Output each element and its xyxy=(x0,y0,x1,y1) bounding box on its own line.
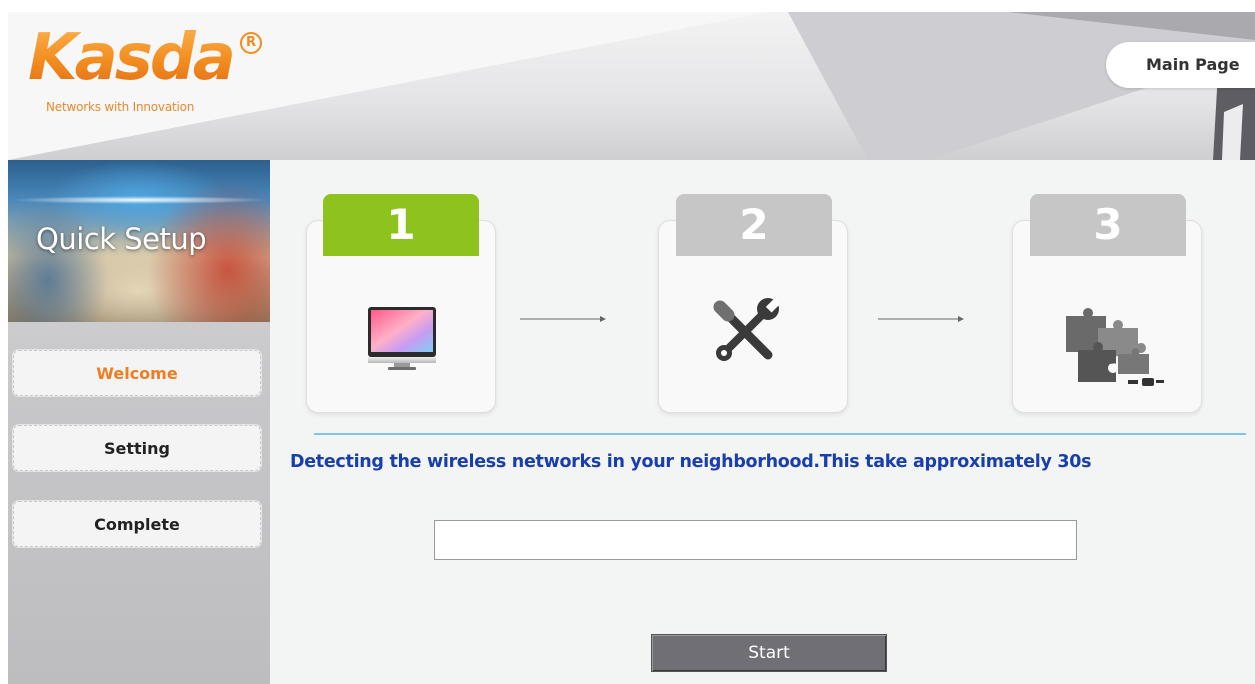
quick-setup-banner: Quick Setup xyxy=(8,160,270,322)
logo-wordmark: Kasda xyxy=(28,21,236,95)
arrow-icon xyxy=(520,316,606,322)
logo-tagline: Networks with Innovation xyxy=(46,100,195,114)
logo: Kasda R Networks with Innovation xyxy=(28,21,262,114)
step-number-2: 2 xyxy=(676,194,832,256)
step-number-3: 3 xyxy=(1030,194,1186,256)
divider xyxy=(314,433,1246,435)
quick-setup-title: Quick Setup xyxy=(36,222,207,256)
step-number-1: 1 xyxy=(323,194,479,256)
tools-icon xyxy=(713,298,780,361)
arrow-icon xyxy=(878,316,964,322)
registered-mark-icon: R xyxy=(240,32,262,54)
sidebar-item-setting[interactable]: Setting xyxy=(13,425,261,471)
main-page-button[interactable]: Main Page xyxy=(1106,42,1255,88)
detecting-message: Detecting the wireless networks in your … xyxy=(290,452,1092,472)
puzzle-icon xyxy=(1066,308,1164,386)
header: Kasda R Networks with Innovation Main Pa… xyxy=(8,12,1255,160)
main-content: 1 2 3 Detecting the wireless networks in… xyxy=(270,160,1255,684)
banner-glow xyxy=(8,196,270,204)
sidebar: Quick Setup Welcome Setting Complete xyxy=(8,160,270,684)
monitor-icon xyxy=(368,307,436,370)
scan-progress-bar xyxy=(434,520,1077,560)
sidebar-item-complete[interactable]: Complete xyxy=(13,501,261,547)
start-button[interactable]: Start xyxy=(651,634,887,672)
sidebar-item-welcome[interactable]: Welcome xyxy=(13,350,261,396)
